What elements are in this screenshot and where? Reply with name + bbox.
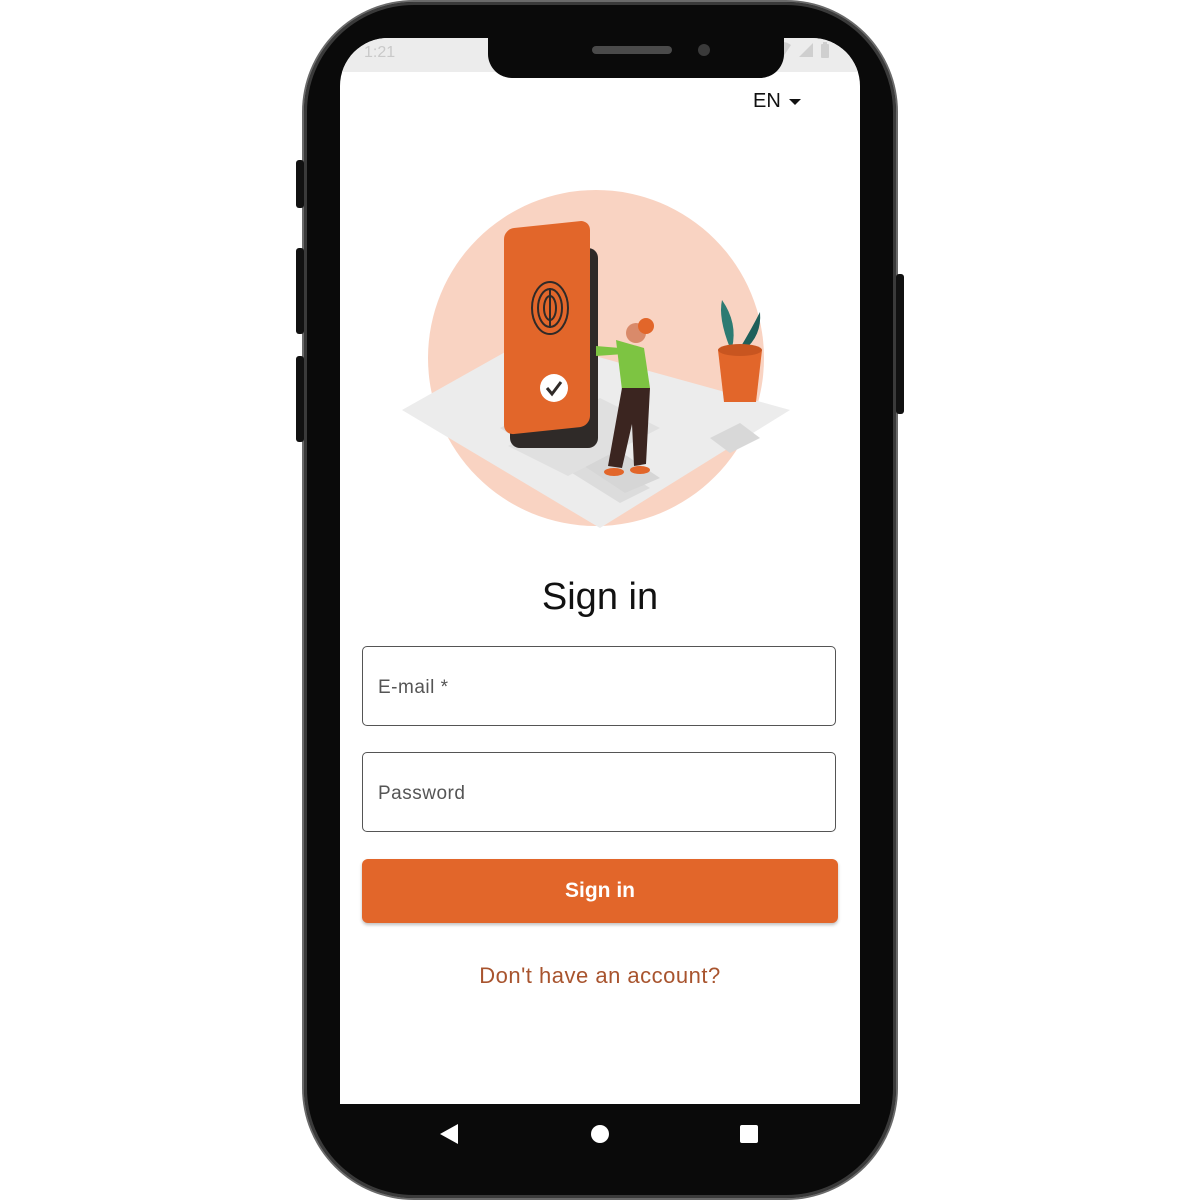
speaker bbox=[592, 46, 672, 54]
big-phone bbox=[504, 221, 590, 435]
volume-down-button bbox=[296, 248, 304, 334]
password-input[interactable] bbox=[363, 753, 835, 831]
app-screen: 1:21 EN Sign in E-mail * Password Sign i… bbox=[340, 38, 860, 1104]
password-field[interactable]: Password bbox=[362, 752, 836, 832]
phone-frame: 1:21 EN Sign in E-mail * Password Sign i… bbox=[296, 2, 904, 1198]
battery-icon bbox=[821, 42, 829, 58]
signup-link[interactable]: Don't have an account? bbox=[340, 963, 860, 989]
notch bbox=[488, 38, 784, 78]
check-badge bbox=[540, 374, 568, 402]
signal-icon bbox=[799, 43, 813, 57]
recents-icon[interactable] bbox=[740, 1125, 758, 1143]
email-input[interactable] bbox=[363, 647, 835, 725]
language-selector[interactable]: EN bbox=[753, 90, 801, 113]
page-title: Sign in bbox=[541, 576, 659, 618]
power-button bbox=[896, 274, 904, 414]
back-icon[interactable] bbox=[440, 1124, 458, 1144]
status-time: 1:21 bbox=[364, 44, 396, 61]
sign-in-button[interactable]: Sign in bbox=[362, 859, 838, 923]
caret-down-icon bbox=[788, 98, 801, 105]
volume-up-button bbox=[296, 160, 304, 208]
android-nav-bar bbox=[340, 1104, 860, 1164]
home-icon[interactable] bbox=[591, 1125, 609, 1143]
fingerprint-icon bbox=[531, 281, 569, 335]
email-field[interactable]: E-mail * bbox=[362, 646, 836, 726]
side-button bbox=[296, 356, 304, 442]
fingerprint-illustration bbox=[402, 190, 790, 528]
front-camera bbox=[698, 44, 710, 56]
language-value: EN bbox=[753, 90, 781, 112]
